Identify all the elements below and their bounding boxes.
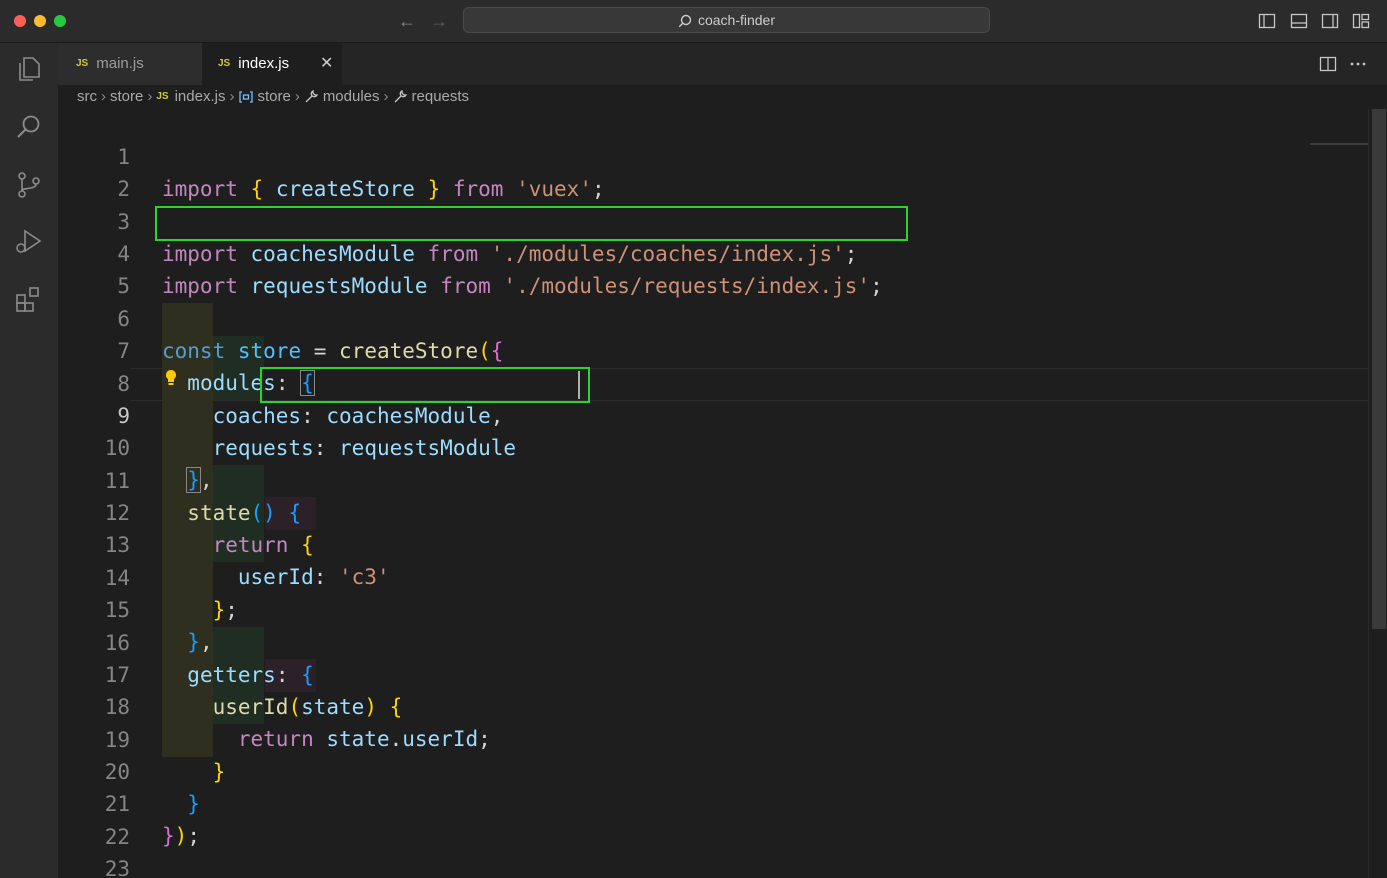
code-line: 13 userId: 'c3' [58,497,1368,589]
highlight-box-line-9 [260,367,590,403]
code-line: 6 const store = createStore({ [58,271,1368,363]
chevron-right-icon: › [294,88,300,105]
tab-bar: JS main.js JS index.js ✕ [58,43,1387,85]
code-line: 11 state() { [58,433,1368,525]
chevron-right-icon: › [101,88,106,105]
tab-main-js[interactable]: JS main.js [58,43,202,85]
explorer-icon[interactable] [14,54,44,84]
tab-label: index.js [238,55,290,72]
customize-layout-icon[interactable] [1352,12,1370,30]
breadcrumb-item[interactable]: requests [412,88,470,105]
text-cursor [578,371,580,399]
extensions-icon[interactable] [14,285,44,315]
breadcrumb-item[interactable]: store [110,88,143,105]
code-line: 17 userId(state) { [58,627,1368,719]
code-editor[interactable]: 1 import { createStore } from 'vuex'; 2 … [58,109,1368,878]
window-zoom-button[interactable] [54,15,66,27]
chevron-right-icon: › [229,88,235,105]
scrollbar-thumb[interactable] [1372,109,1386,629]
source-control-icon[interactable] [14,170,44,200]
code-line: 3 import coachesModule from './modules/c… [58,174,1368,266]
code-line: 19 } [58,692,1368,784]
window-close-button[interactable] [14,15,26,27]
breadcrumb-item[interactable]: store [257,88,290,105]
code-line: 8 coaches: coachesModule, [58,336,1368,428]
code-line: 5 [58,238,1368,298]
javascript-file-icon: JS [76,58,89,69]
code-line: 1 import { createStore } from 'vuex'; [58,109,1368,201]
vertical-scrollbar[interactable] [1368,109,1387,878]
code-line: 12 return { [58,465,1368,557]
code-line: 21 }); [58,756,1368,848]
breadcrumb: src › store › JS index.js › store › modules › reque… [58,85,1368,109]
search-icon[interactable] [14,112,44,142]
toggle-panel-icon[interactable] [1290,12,1308,30]
split-editor-icon[interactable] [1318,54,1338,74]
more-actions-icon[interactable] [1348,54,1368,74]
lightbulb-icon[interactable] [164,369,178,387]
breadcrumb-item[interactable]: modules [323,88,380,105]
code-line: 2 [58,141,1368,201]
tab-index-js[interactable]: JS index.js ✕ [202,43,342,85]
code-line: 10 }, [58,400,1368,493]
javascript-file-icon: JS [156,91,169,102]
code-line: 15 }, [58,562,1368,654]
tab-label: main.js [96,55,144,72]
code-line: 20 } [58,724,1368,816]
code-line: 18 return state.userId; [58,659,1368,751]
code-line: 23 export default store; [58,821,1368,878]
close-icon[interactable]: ✕ [320,43,333,85]
wrench-symbol-icon [394,89,407,103]
code-line: 9 requests: requestsModule [58,368,1368,460]
code-line: 22 [58,789,1368,849]
code-line: 16 getters: { [58,595,1368,687]
variable-symbol-icon [239,91,254,103]
run-debug-icon[interactable] [14,227,44,257]
command-center[interactable]: coach-finder [463,7,990,33]
go-forward-icon[interactable]: → [426,8,452,34]
breadcrumb-item[interactable]: src [77,88,97,105]
toggle-secondary-sidebar-icon[interactable] [1321,12,1339,30]
chevron-right-icon: › [383,88,389,105]
toggle-primary-sidebar-icon[interactable] [1258,12,1276,30]
javascript-file-icon: JS [218,58,231,69]
code-line: 7 modules: { [58,303,1368,396]
breadcrumb-item[interactable]: index.js [175,88,226,105]
line-number: 23 [104,857,130,878]
title-bar: ← → coach-finder [0,0,1387,43]
activity-bar [0,43,58,878]
code-line: 14 }; [58,530,1368,622]
chevron-right-icon: › [147,88,153,105]
command-center-label: coach-finder [697,12,776,28]
search-icon [678,14,692,28]
go-back-icon[interactable]: ← [394,8,420,34]
vscode-window: ← → coach-finder JS main.js JS index.js ✕ … [0,0,1387,878]
wrench-symbol-icon [305,89,318,103]
highlight-box-line-4 [155,206,908,241]
window-minimize-button[interactable] [34,15,46,27]
